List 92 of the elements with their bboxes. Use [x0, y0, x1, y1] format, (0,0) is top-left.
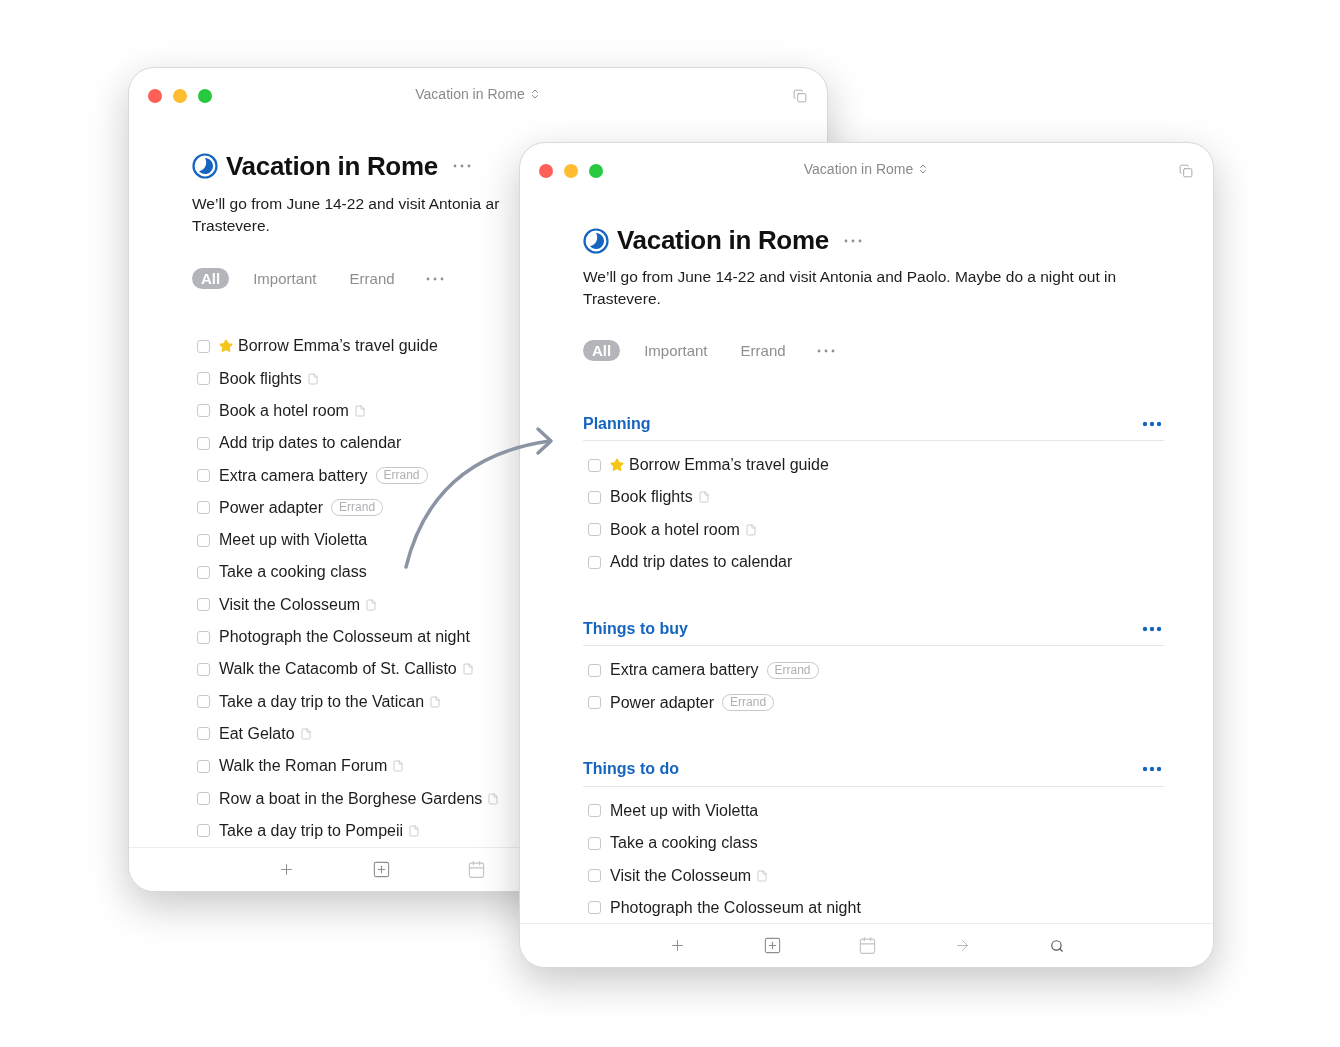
task-checkbox[interactable]: [588, 869, 601, 882]
window-title[interactable]: Vacation in Rome: [415, 86, 525, 102]
copy-icon[interactable]: [793, 89, 807, 103]
filter-tab[interactable]: All: [583, 340, 621, 361]
window-title[interactable]: Vacation in Rome: [803, 161, 914, 177]
task-checkbox[interactable]: [588, 836, 601, 850]
task-label: Add trip dates to calendar: [219, 434, 402, 453]
add-item-icon: [371, 860, 391, 879]
more-icon: [1142, 625, 1162, 632]
task-checkbox[interactable]: [588, 663, 601, 677]
more-icon: [1142, 766, 1162, 773]
task-checkbox[interactable]: [588, 555, 601, 569]
task-checkbox[interactable]: [588, 804, 601, 818]
more-icon: [1142, 420, 1162, 427]
task-label: Power adapter: [219, 498, 324, 517]
list-description: We’ll go from June 14-22 and visit Antonia ar Trastevere.: [192, 193, 501, 236]
search-icon: [1050, 938, 1064, 953]
list-description: We’ll go from June 14-22 and visit Antonia and Paolo. Maybe do a night out in Trastevere.: [583, 267, 1118, 309]
task-label: Take a day trip to the Vatican: [219, 692, 425, 711]
task-label: Take a day trip to Pompeii: [219, 821, 404, 840]
task-label: Visit the Colosseum: [219, 595, 361, 614]
task-label: Photograph the Colosseum at night: [219, 628, 470, 647]
task-checkbox[interactable]: [197, 565, 210, 579]
task-checkbox[interactable]: [197, 404, 210, 418]
minimize-button[interactable]: [564, 164, 578, 178]
task-checkbox[interactable]: [197, 792, 210, 806]
task-label: Extra camera battery: [219, 466, 368, 485]
progress-icon: [192, 153, 218, 180]
task-label: Borrow Emma’s travel guide: [238, 337, 438, 356]
task-label: Take a cooking class: [610, 834, 758, 853]
calendar-icon: [466, 860, 486, 879]
task-label: Extra camera battery: [610, 661, 759, 680]
close-button[interactable]: [539, 164, 553, 178]
list-title: Vacation in Rome: [226, 151, 438, 182]
task-label: Power adapter: [610, 693, 715, 712]
zoom-button[interactable]: [198, 89, 212, 103]
section-title: Things to do: [583, 760, 679, 779]
section-title: Things to buy: [583, 619, 688, 638]
zoom-button[interactable]: [589, 164, 603, 178]
task-checkbox[interactable]: [197, 824, 210, 838]
filter-tab[interactable]: Important: [635, 340, 717, 361]
task-checkbox[interactable]: [588, 458, 601, 472]
more-icon: [842, 237, 863, 244]
task-label: Walk the Catacomb of St. Callisto: [219, 660, 457, 679]
more-icon: [451, 163, 472, 170]
filter-tab[interactable]: All: [192, 268, 230, 290]
section-more-button[interactable]: [1140, 766, 1164, 773]
task-checkbox[interactable]: [197, 662, 210, 676]
task-checkbox[interactable]: [197, 436, 210, 450]
task-checkbox[interactable]: [197, 501, 210, 515]
task-label: Book a hotel room: [219, 402, 349, 420]
copy-icon[interactable]: [1179, 164, 1193, 178]
more-icon: [424, 275, 445, 282]
task-checkbox[interactable]: [588, 490, 601, 504]
list-title: Vacation in Rome: [617, 225, 829, 256]
more-icon: [815, 347, 836, 354]
task-label: Add trip dates to calendar: [610, 553, 793, 572]
section-more-button[interactable]: [1140, 625, 1164, 632]
filter-tab[interactable]: Important: [244, 268, 326, 290]
filter-tab[interactable]: Errand: [731, 340, 795, 361]
minimize-button[interactable]: [173, 89, 187, 103]
task-label: Row a boat in the Borghese Gardens: [219, 789, 483, 808]
task-label: Meet up with Violetta: [219, 531, 368, 550]
task-checkbox[interactable]: [197, 630, 210, 644]
task-label: Book a hotel room: [610, 520, 740, 539]
task-label: Take a cooking class: [219, 563, 367, 582]
task-checkbox[interactable]: [197, 339, 210, 353]
progress-icon: [583, 227, 609, 254]
task-label: Walk the Roman Forum: [219, 757, 388, 776]
task-label: Visit the Colosseum: [610, 866, 752, 885]
task-checkbox[interactable]: [588, 901, 601, 915]
task-label: Book flights: [610, 488, 693, 507]
task-label: Meet up with Violetta: [610, 801, 759, 820]
section-more-button[interactable]: [1140, 420, 1164, 427]
task-label: Photograph the Colosseum at night: [610, 898, 861, 917]
section-title: Planning: [583, 414, 651, 433]
calendar-icon: [857, 936, 877, 955]
task-checkbox[interactable]: [197, 533, 210, 547]
task-checkbox[interactable]: [197, 372, 210, 386]
task-checkbox[interactable]: [588, 523, 601, 537]
task-checkbox[interactable]: [588, 696, 601, 710]
task-checkbox[interactable]: [197, 759, 210, 773]
close-button[interactable]: [148, 89, 162, 103]
task-checkbox[interactable]: [197, 598, 210, 612]
task-label: Book flights: [219, 369, 302, 388]
add-item-icon: [762, 936, 782, 955]
filter-tab[interactable]: Errand: [340, 268, 404, 290]
task-checkbox[interactable]: [197, 469, 210, 483]
task-label: Borrow Emma’s travel guide: [629, 456, 829, 475]
task-label: Eat Gelato: [219, 724, 295, 743]
task-checkbox[interactable]: [197, 727, 210, 741]
task-checkbox[interactable]: [197, 695, 210, 709]
